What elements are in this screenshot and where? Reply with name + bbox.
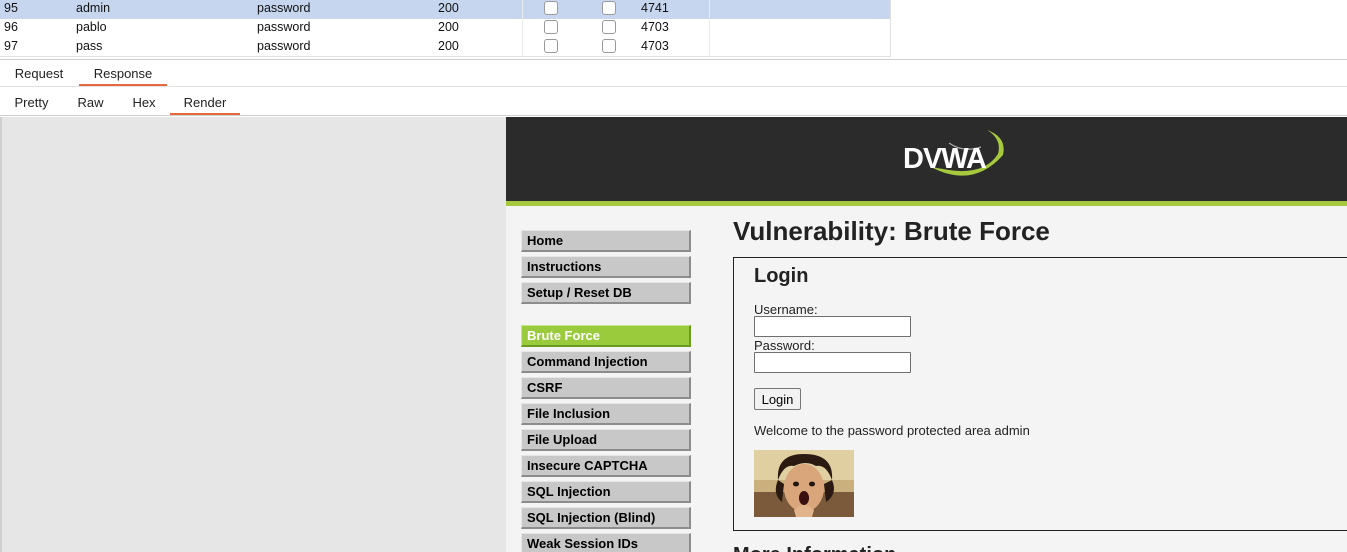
dvwa-header: DVWA	[506, 117, 1347, 201]
tab-render[interactable]: Render	[170, 88, 240, 115]
login-heading: Login	[754, 265, 809, 287]
table-row[interactable]: 97 pass password 200 4703	[0, 38, 891, 57]
menu-item-sql-injection[interactable]: SQL Injection	[521, 481, 691, 503]
login-form: Login Username: Password: Login Welcome …	[733, 257, 1347, 531]
page-title: Vulnerability: Brute Force	[733, 216, 1050, 246]
header-stripe	[506, 201, 1347, 206]
username-label: Username:	[754, 302, 818, 317]
username-field[interactable]	[754, 316, 911, 337]
response-length: 4703	[641, 39, 669, 53]
column-divider	[709, 0, 710, 57]
menu-item-command-injection[interactable]: Command Injection	[521, 351, 691, 373]
payload-1: pablo	[76, 20, 107, 34]
payload-2: password	[257, 1, 311, 15]
welcome-message: Welcome to the password protected area a…	[754, 423, 1030, 438]
menu-item-insecure-captcha[interactable]: Insecure CAPTCHA	[521, 455, 691, 477]
table-right-border	[890, 0, 891, 57]
tab-pretty[interactable]: Pretty	[0, 88, 63, 115]
request-number: 97	[4, 39, 18, 53]
timeout-checkbox[interactable]	[602, 39, 616, 53]
column-divider	[522, 0, 523, 57]
request-number: 96	[4, 20, 18, 34]
error-checkbox[interactable]	[544, 20, 558, 34]
dvwa-logo: DVWA	[903, 130, 1004, 176]
table-row[interactable]: 95 admin password 200 4741	[0, 0, 891, 19]
render-pane: DVWA Home Instructions Setup / Reset DB …	[0, 117, 1347, 552]
tab-raw[interactable]: Raw	[63, 88, 118, 115]
response-length: 4741	[641, 1, 669, 15]
payload-1: admin	[76, 1, 111, 15]
results-table: 95 admin password 200 4741 96 pablo pass…	[0, 0, 891, 57]
tab-response[interactable]: Response	[79, 60, 167, 86]
render-pane-border	[0, 117, 2, 552]
status-code: 200	[438, 1, 459, 15]
timeout-checkbox[interactable]	[602, 1, 616, 15]
dvwa-logo-text: DVWA	[903, 143, 987, 175]
status-code: 200	[438, 20, 459, 34]
menu-item-sql-injection-blind[interactable]: SQL Injection (Blind)	[521, 507, 691, 529]
request-number: 95	[4, 1, 18, 15]
payload-1: pass	[76, 39, 103, 53]
password-label: Password:	[754, 338, 815, 353]
payload-2: password	[257, 20, 311, 34]
tab-hex[interactable]: Hex	[118, 88, 170, 115]
more-information-heading: More Information	[733, 544, 896, 552]
view-tabs: Pretty Raw Hex Render	[0, 88, 1347, 116]
menu-item-weak-session-ids[interactable]: Weak Session IDs	[521, 533, 691, 552]
menu-item-home[interactable]: Home	[521, 230, 691, 252]
message-tabs: Request Response	[0, 60, 1347, 87]
table-bottom-border	[0, 56, 891, 57]
menu-item-file-upload[interactable]: File Upload	[521, 429, 691, 451]
login-button[interactable]: Login	[754, 388, 801, 410]
table-row[interactable]: 96 pablo password 200 4703	[0, 19, 891, 38]
user-avatar-image	[754, 450, 854, 517]
password-field[interactable]	[754, 352, 911, 373]
error-checkbox[interactable]	[544, 39, 558, 53]
timeout-checkbox[interactable]	[602, 20, 616, 34]
payload-2: password	[257, 39, 311, 53]
menu-item-brute-force[interactable]: Brute Force	[521, 325, 691, 347]
menu-item-csrf[interactable]: CSRF	[521, 377, 691, 399]
error-checkbox[interactable]	[544, 1, 558, 15]
menu-item-setup-reset-db[interactable]: Setup / Reset DB	[521, 282, 691, 304]
menu-item-file-inclusion[interactable]: File Inclusion	[521, 403, 691, 425]
tab-request[interactable]: Request	[0, 60, 78, 86]
menu-item-instructions[interactable]: Instructions	[521, 256, 691, 278]
dvwa-page: DVWA Home Instructions Setup / Reset DB …	[506, 117, 1347, 552]
response-length: 4703	[641, 20, 669, 34]
status-code: 200	[438, 39, 459, 53]
